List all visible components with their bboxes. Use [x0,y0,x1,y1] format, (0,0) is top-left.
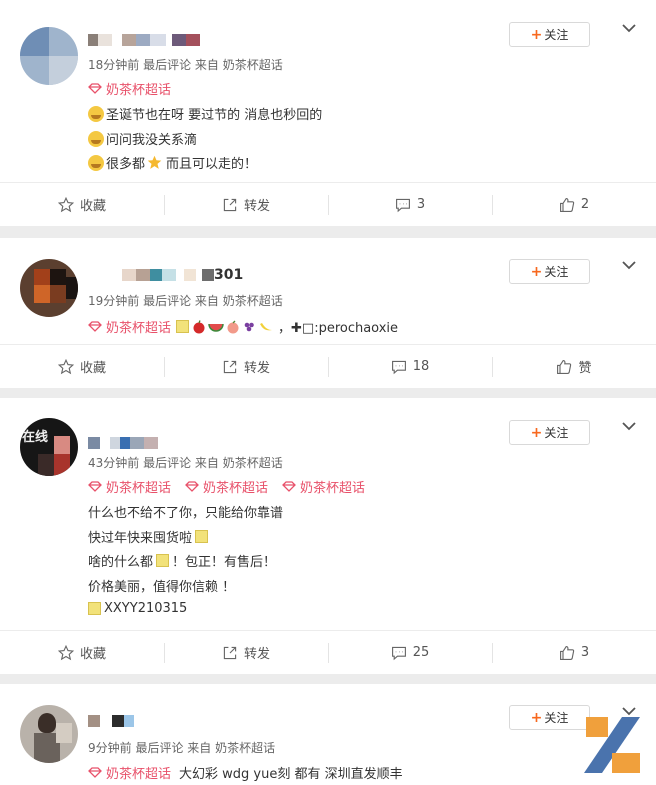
username-pixelated[interactable] [88,434,158,452]
diamond-icon [88,83,102,94]
chevron-down-icon[interactable] [621,259,637,271]
post-text-line: 而且可以走的！ [166,157,258,172]
post-text-line: 什么也不给不了你，只能给你靠谱 [88,506,284,521]
super-topic-tag[interactable]: 奶茶杯超话 [282,477,365,496]
post-text-line: 圣诞节也在呀 要过节的 消息也秒回的 [106,108,323,123]
like-button[interactable]: 赞 [492,345,656,388]
sticker-icon [176,320,190,333]
sticker-icon [195,530,209,543]
super-topic-tag[interactable]: 奶茶杯超话 [88,79,171,98]
post-text-line: 很多都 [106,157,146,172]
username-pixelated[interactable]: 301 [122,266,243,284]
watermark-logo-icon [584,717,640,773]
share-icon [223,198,237,211]
share-icon [223,646,237,659]
avatar[interactable] [20,27,78,85]
like-button[interactable]: 2 [492,183,656,226]
post-text-line: 啥的什么都 [88,555,154,570]
post-meta: 19分钟前 最后评论 来自 奶茶杯超话 [88,294,283,308]
repost-button[interactable]: 转发 [164,345,328,388]
username-pixelated[interactable] [88,31,200,49]
collect-button[interactable]: 收藏 [0,183,164,226]
diamond-icon [88,767,102,778]
post-text-line: 快过年快来囤货啦 [88,531,193,546]
super-topic-tag[interactable]: 奶茶杯超话 [88,317,171,336]
contact-text: ，✚□:perochaoxie [278,321,399,336]
action-bar: 收藏 转发 18 赞 [0,344,656,388]
plus-icon: + [530,424,543,441]
thumbs-up-icon [557,359,572,374]
collect-button[interactable]: 收藏 [0,631,164,674]
avatar[interactable]: 在线 [20,418,78,476]
comment-button[interactable]: 3 [328,183,492,226]
post-text-line: 价格美丽，值得你信赖 ！ [88,580,236,595]
star-outline-icon [57,196,74,212]
super-topic-tag[interactable]: 奶茶杯超话 [88,763,171,782]
super-topic-tag[interactable]: 奶茶杯超话 [88,477,171,496]
comment-icon [391,646,406,660]
post-meta: 9分钟前 最后评论 来自 奶茶杯超话 [88,741,276,755]
comment-button[interactable]: 18 [328,345,492,388]
watermelon-emoji-icon [208,323,224,332]
comment-button[interactable]: 25 [328,631,492,674]
super-topic-tag[interactable]: 奶茶杯超话 [185,477,268,496]
plus-icon: + [530,709,543,726]
plus-icon: + [530,263,543,280]
comment-icon [391,360,406,374]
diamond-icon [282,481,296,492]
grin-emoji-icon [88,154,104,171]
thumbs-up-icon [559,645,575,660]
action-bar: 收藏 转发 25 3 [0,630,656,674]
like-button[interactable]: 3 [492,631,656,674]
thumbs-up-icon [559,197,575,212]
comment-icon [395,198,410,212]
post-text-line: ！包正！有售后！ [172,555,277,570]
post-card: + 关注 18分钟前 最后评论 来自 奶茶杯超话 奶茶杯超话 圣诞节也在呀 要过节… [0,0,656,226]
post-text-line: XXYY210315 [104,601,188,616]
share-icon [223,360,237,373]
post-text-line: 大幻彩 wdg yue刻 都有 深圳直发顺丰 [179,767,403,782]
sticker-icon [88,602,101,615]
chevron-down-icon[interactable] [621,22,637,34]
star-outline-icon [57,358,74,374]
star-emoji-icon [147,155,162,169]
peach-emoji-icon [227,320,239,333]
follow-button[interactable]: + 关注 [509,22,590,47]
grapes-emoji-icon [244,322,254,331]
post-card: + 关注 9分钟前 最后评论 来自 奶茶杯超话 奶茶杯超话 大幻彩 wdg yue… [0,684,656,785]
grin-emoji-icon [88,105,104,122]
follow-button[interactable]: + 关注 [509,705,590,730]
post-meta: 43分钟前 最后评论 来自 奶茶杯超话 [88,456,283,470]
avatar[interactable] [20,705,78,763]
action-bar: 收藏 转发 3 2 [0,182,656,226]
post-card: 301 + 关注 19分钟前 最后评论 来自 奶茶杯超话 奶茶杯超话 ，✚□:pe… [0,238,656,388]
username-pixelated[interactable] [88,712,134,730]
apple-emoji-icon [193,319,205,333]
diamond-icon [88,481,102,492]
diamond-icon [185,481,199,492]
post-text-line: 问问我没关系滴 [106,133,198,148]
follow-button[interactable]: + 关注 [509,259,590,284]
diamond-icon [88,321,102,332]
plus-icon: + [530,26,543,43]
follow-button[interactable]: + 关注 [509,420,590,445]
avatar[interactable] [20,259,78,317]
repost-button[interactable]: 转发 [164,631,328,674]
banana-emoji-icon [260,322,273,330]
post-card: 在线 + 关注 43分钟前 最后评论 来自 奶茶杯超话 奶茶杯超话 奶茶杯超话 奶… [0,398,656,674]
collect-button[interactable]: 收藏 [0,345,164,388]
sticker-icon [156,554,170,567]
post-meta: 18分钟前 最后评论 来自 奶茶杯超话 [88,58,283,72]
star-outline-icon [57,644,74,660]
grin-emoji-icon [88,130,104,147]
chevron-down-icon[interactable] [621,420,637,432]
repost-button[interactable]: 转发 [164,183,328,226]
